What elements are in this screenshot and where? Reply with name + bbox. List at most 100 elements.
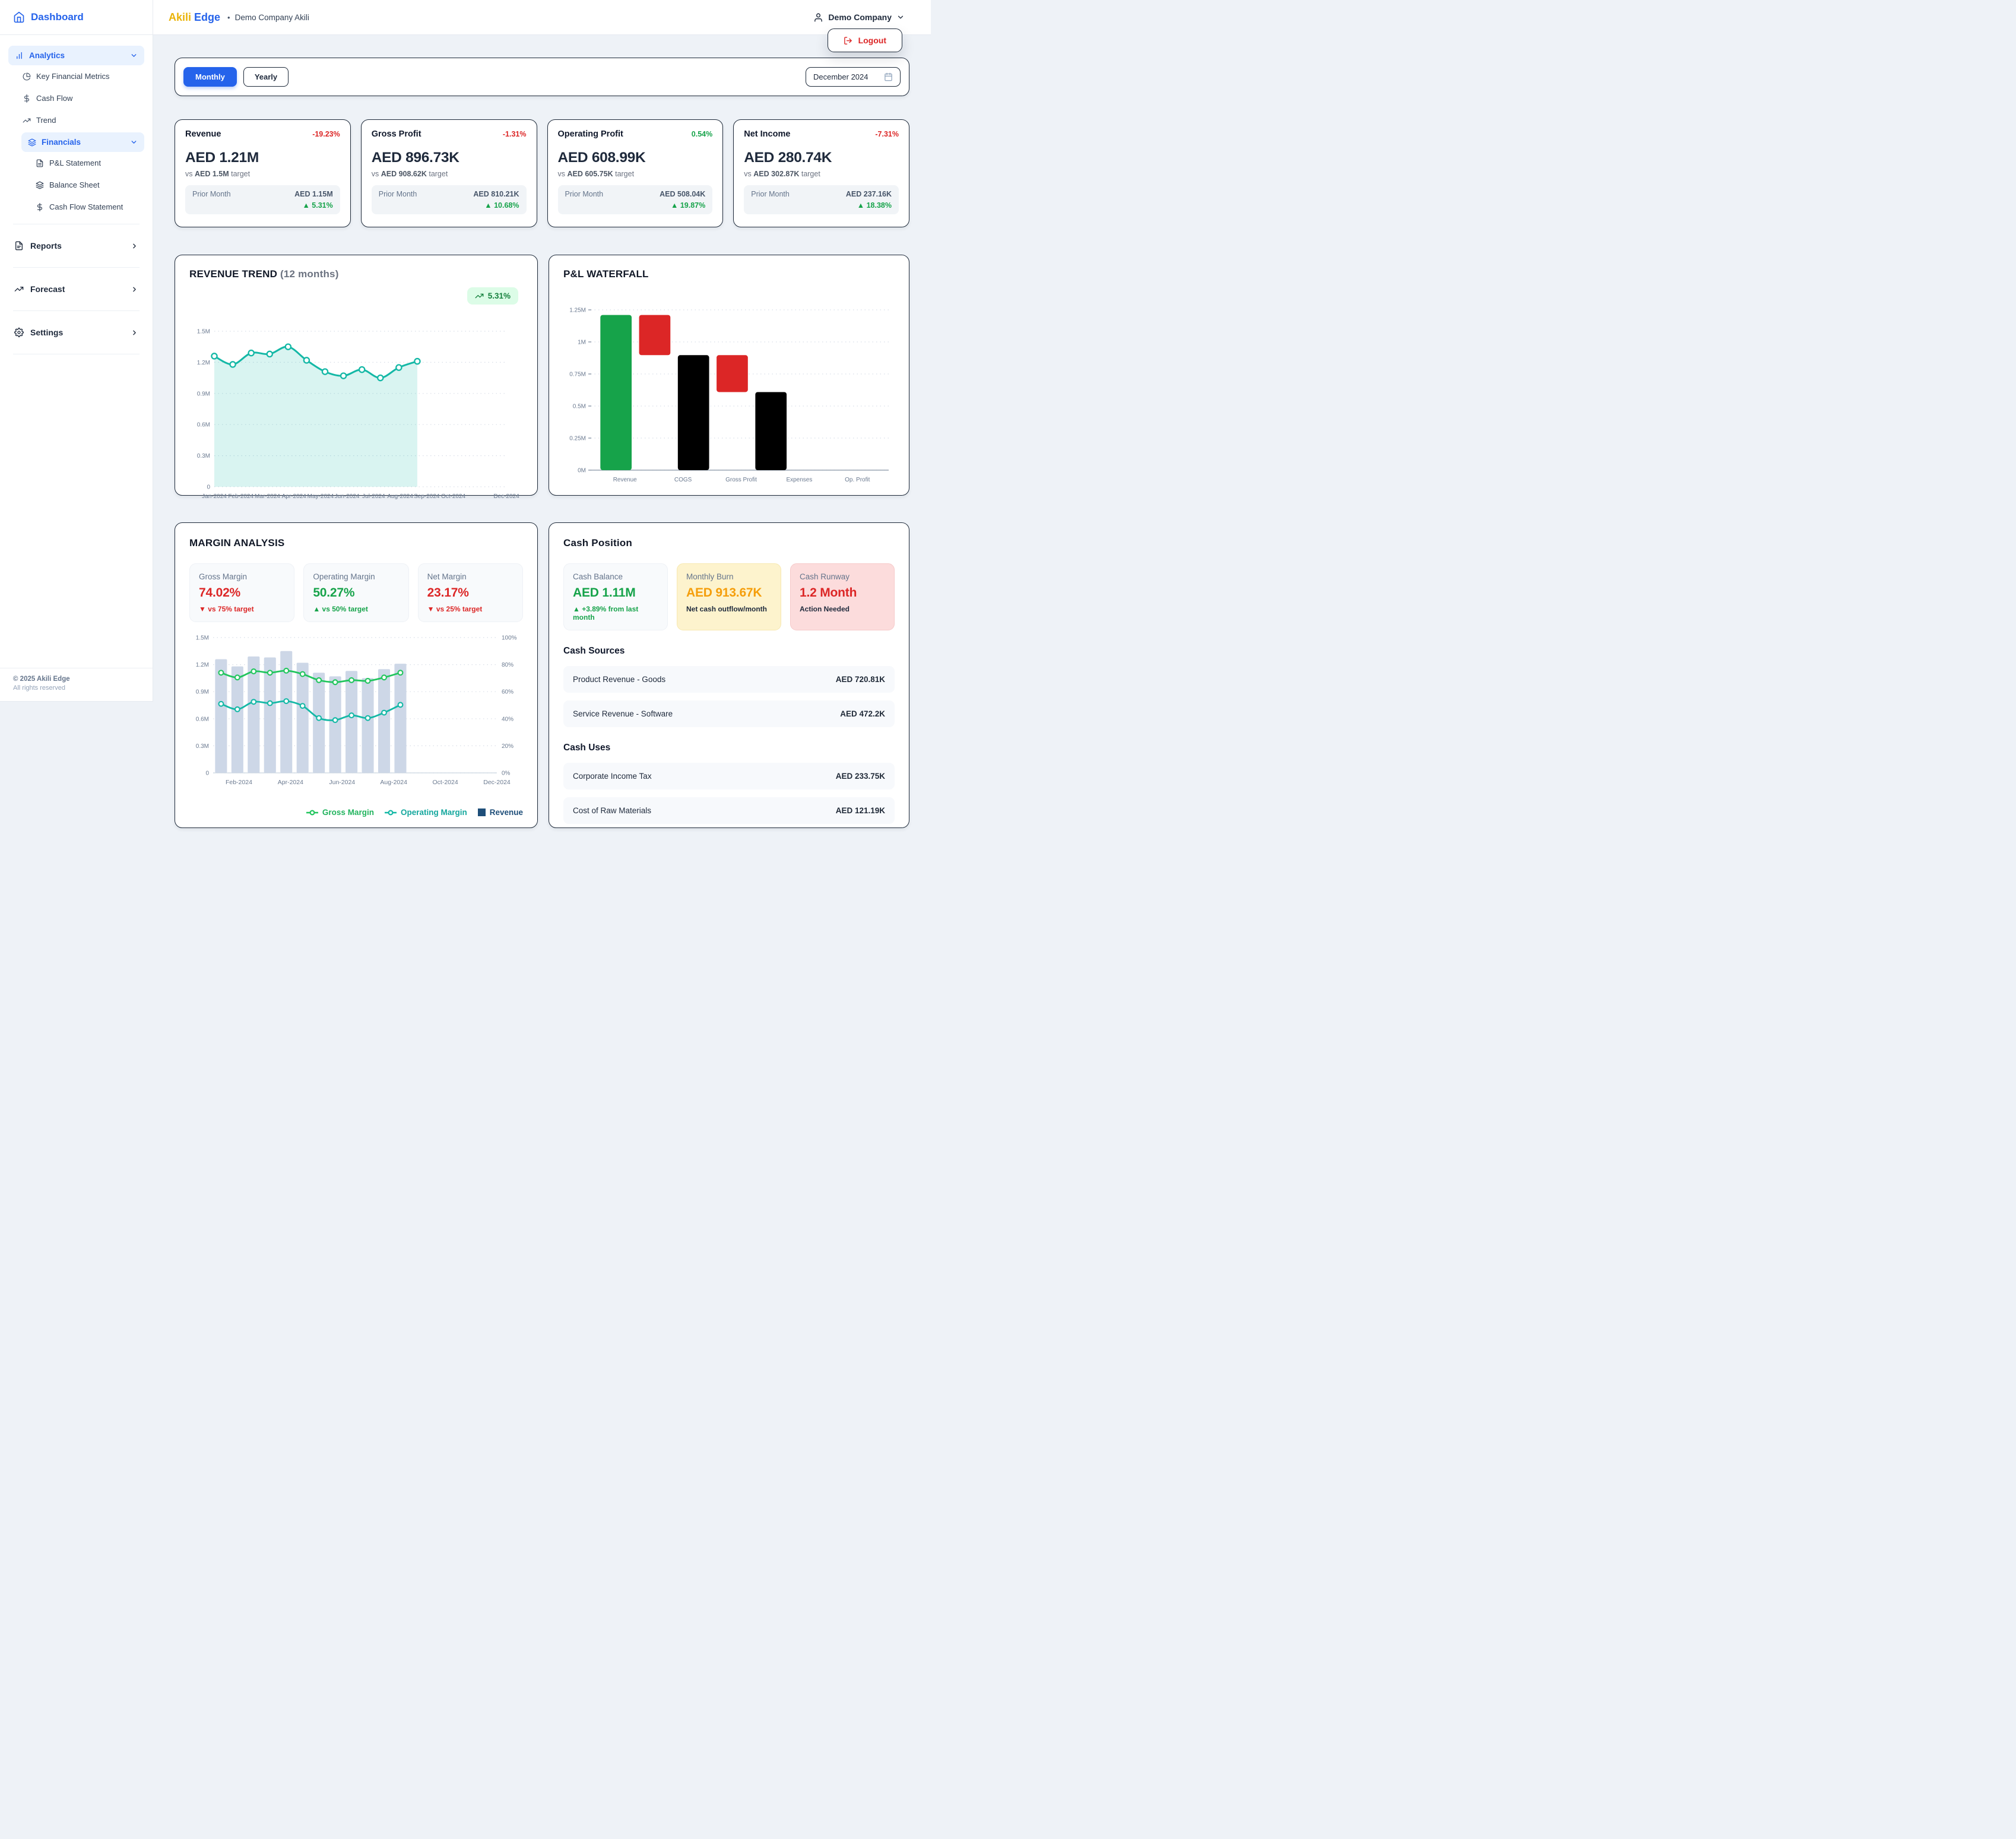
period-select[interactable]: December 2024 [806,67,901,87]
logout-icon [844,36,852,45]
legend-revenue: Revenue [477,808,523,817]
trending-up-icon [23,118,31,122]
cash-use-label: Corporate Income Tax [573,772,652,781]
period-value: December 2024 [813,72,868,81]
charts-row: REVENUE TREND (12 months) 5.31% 0 0.3M 0.6… [175,255,909,500]
svg-text:COGS: COGS [674,477,692,483]
sidebar-item-settings[interactable]: Settings [8,317,144,348]
svg-text:May-2024: May-2024 [308,493,334,500]
line-marker-icon [384,809,397,816]
kpi-title: Gross Profit [371,129,421,139]
kpi-target: vs AED 302.87K target [744,170,820,178]
prior-delta: ▲ 10.68% [484,201,519,210]
trend-badge: 5.31% [467,287,518,305]
app-brand-secondary: Edge [194,11,221,23]
kpi-prior-box: Prior Month AED 1.15M ▲ 5.31% [185,185,340,214]
svg-text:0.5M: 0.5M [573,404,586,410]
tile-value: 74.02% [199,586,241,600]
kpi-card-net-income: Net Income -7.31% AED 280.74K vs AED 302.… [733,119,909,227]
kpi-value: AED 608.99K [557,150,646,166]
svg-text:Mar-2024: Mar-2024 [255,493,280,500]
prior-label: Prior Month [378,190,417,198]
kpi-title: Revenue [185,129,221,139]
sidebar-item-analytics[interactable]: Analytics [8,46,144,65]
sidebar-item-trend[interactable]: Trend [8,109,144,131]
svg-text:Oct-2024: Oct-2024 [441,493,466,500]
prior-delta: ▲ 19.87% [671,201,706,210]
sidebar-item-balance-sheet[interactable]: Balance Sheet [8,174,144,196]
tile-label: Cash Runway [800,572,850,581]
dollar-icon [37,202,43,211]
prior-delta: ▲ 5.31% [302,201,333,210]
sidebar-item-cash-flow[interactable]: Cash Flow [8,87,144,109]
svg-text:1.5M: 1.5M [197,329,210,335]
prior-value: AED 508.04K [660,190,706,198]
svg-text:0: 0 [207,484,210,491]
chevron-right-icon [133,287,136,291]
revenue-trend-card: REVENUE TREND (12 months) 5.31% 0 0.3M 0.6… [175,255,538,500]
sidebar-item-key-financial-metrics[interactable]: Key Financial Metrics [8,65,144,87]
top-header: Akili Edge • Demo Company Akili Demo Com… [153,0,931,35]
sidebar-brand[interactable]: Dashboard [0,0,153,35]
svg-text:Dec-2024: Dec-2024 [493,493,519,500]
dollar-icon [24,94,30,103]
tile-value: 23.17% [427,586,469,600]
sidebar-item-pnl-statement[interactable]: P&L Statement [8,152,144,174]
kpi-value: AED 1.21M [185,150,259,166]
user-menu-label: Demo Company [828,12,892,22]
chevron-down-icon [131,54,137,57]
tile-note: ▼ vs 25% target [427,605,483,613]
sidebar-item-label: Trend [36,116,56,125]
trending-up-icon [14,287,24,291]
user-menu[interactable]: Demo Company [813,12,905,23]
bar-chart-icon [17,52,22,59]
tile-gross-margin: Gross Margin 74.02% ▼ vs 75% target [189,563,295,622]
prior-value: AED 1.15M [294,190,333,198]
tab-yearly[interactable]: Yearly [243,67,289,87]
file-text-icon [36,159,43,167]
svg-text:Jun-2024: Jun-2024 [329,779,355,786]
tile-cash-balance: Cash Balance AED 1.11M ▲ +3.89% from las… [563,563,668,630]
report-file-icon [15,241,23,251]
pie-chart-icon [23,72,31,80]
tile-note: ▲ +3.89% from last month [573,605,639,622]
prior-delta: ▲ 18.38% [857,201,892,210]
svg-text:0.9M: 0.9M [197,391,210,397]
tile-value: 50.27% [313,586,355,600]
sidebar-item-cash-flow-statement[interactable]: Cash Flow Statement [8,196,144,218]
sidebar-item-forecast[interactable]: Forecast [8,274,144,305]
kpi-delta: -7.31% [875,130,899,138]
sidebar-item-reports[interactable]: Reports [8,230,144,261]
revenue-trend-chart: 0 0.3M 0.6M 0.9M 1.2M 1.5M Jan-2024 Feb-2024 Mar… [197,329,519,500]
svg-text:100%: 100% [502,635,517,642]
svg-text:0.75M: 0.75M [569,372,586,378]
kpi-card-operating-profit: Operating Profit 0.54% AED 608.99K vs AED… [547,119,724,227]
tile-cash-runway: Cash Runway 1.2 Month Action Needed [790,563,895,630]
tile-note: ▲ vs 50% target [313,605,368,613]
svg-text:Expenses: Expenses [786,477,812,483]
revenue-trend-title: REVENUE TREND (12 months) [189,268,339,280]
tile-note: ▼ vs 75% target [199,605,254,613]
margin-analysis-title: MARGIN ANALYSIS [189,537,285,548]
cash-source-row: Service Revenue - Software AED 472.2K [563,700,895,727]
logout-button[interactable]: Logout [827,28,902,52]
sidebar-item-financials[interactable]: Financials [21,132,144,152]
svg-text:0: 0 [205,771,209,777]
sidebar-brand-label: Dashboard [31,11,84,23]
sidebar-item-label: Analytics [29,51,65,60]
svg-text:1.25M: 1.25M [569,307,586,314]
kpi-title: Operating Profit [557,129,623,139]
kpi-card-gross-profit: Gross Profit -1.31% AED 896.73K vs AED 90… [360,119,537,227]
svg-text:Feb-2024: Feb-2024 [228,493,253,500]
svg-text:0.3M: 0.3M [197,453,210,459]
svg-text:Aug-2024: Aug-2024 [387,493,413,500]
cash-use-value: AED 121.19K [835,806,885,815]
cash-source-value: AED 472.2K [840,709,885,718]
cash-sources-list: Product Revenue - Goods AED 720.81K Serv… [563,666,895,727]
margin-analysis-card: MARGIN ANALYSIS Gross Margin 74.02% ▼ vs… [175,522,538,828]
svg-text:0.6M: 0.6M [196,716,209,722]
cash-uses-list: Corporate Income Tax AED 233.75K Cost of… [563,763,895,824]
cash-position-card: Cash Position Cash Balance AED 1.11M ▲ +… [549,522,909,828]
tab-monthly[interactable]: Monthly [183,67,237,87]
sidebar-footer: © 2025 Akili Edge All rights reserved [0,668,153,701]
